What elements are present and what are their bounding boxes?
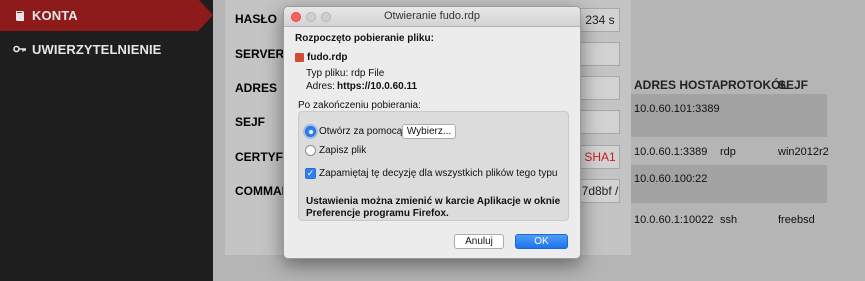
- server-input[interactable]: [580, 42, 620, 66]
- sejf-input[interactable]: [580, 110, 620, 134]
- sidebar: KONTA UWIERZYTELNIENIE: [0, 0, 213, 281]
- key-icon: [12, 44, 28, 54]
- column-header-adres-hosta: ADRES HOSTA: [634, 78, 721, 92]
- table-cell-protocol: ssh: [720, 214, 738, 226]
- settings-note-line1: Ustawienia można zmienić w karcie Aplika…: [306, 196, 561, 207]
- sidebar-item-label: KONTA: [32, 8, 78, 23]
- command-input[interactable]: 7d8bf /: [580, 179, 620, 203]
- ok-button[interactable]: OK: [515, 234, 568, 249]
- dialog-titlebar[interactable]: Otwieranie fudo.rdp: [284, 7, 580, 27]
- sidebar-item-label: UWIERZYTELNIENIE: [32, 41, 162, 57]
- download-heading: Rozpoczęto pobieranie pliku:: [295, 33, 434, 44]
- adres-input[interactable]: [580, 76, 620, 100]
- choose-application-button[interactable]: Wybierz...: [402, 124, 456, 139]
- table-cell-safe: freebsd: [778, 214, 815, 226]
- table-cell-protocol: rdp: [720, 146, 736, 158]
- save-file-radio[interactable]: [305, 145, 316, 156]
- table-cell-address: 10.0.60.100:22: [634, 173, 708, 185]
- cancel-button[interactable]: Anuluj: [454, 234, 504, 249]
- file-address-label: Adres:: [306, 81, 335, 92]
- download-dialog: Otwieranie fudo.rdp Rozpoczęto pobierani…: [283, 6, 581, 259]
- file-icon: [295, 53, 304, 62]
- file-name: fudo.rdp: [307, 52, 348, 63]
- field-label-adres: ADRES: [235, 81, 278, 95]
- field-label-sejf: SEJF: [235, 115, 266, 129]
- open-with-radio[interactable]: [305, 126, 316, 137]
- haslo-input[interactable]: 234 s: [580, 8, 620, 32]
- remember-label: Zapamiętaj tę decyzję dla wszystkich pli…: [319, 168, 558, 179]
- save-file-label: Zapisz plik: [319, 145, 367, 156]
- file-type-value: rdp File: [351, 68, 385, 79]
- file-type-label: Typ pliku:: [306, 68, 349, 79]
- table-cell-address: 10.0.60.101:3389: [634, 103, 720, 115]
- field-label-haslo: HASŁO: [235, 12, 277, 26]
- column-header-sejf: SEJF: [778, 78, 809, 92]
- sidebar-item-konta[interactable]: KONTA: [0, 0, 213, 31]
- file-address-value: https://10.0.60.11: [337, 81, 418, 92]
- after-download-label: Po zakończeniu pobierania:: [298, 100, 421, 111]
- sidebar-item-uwierzytelnienie[interactable]: UWIERZYTELNIENIE: [0, 38, 213, 60]
- certyfikat-input[interactable]: SHA1: [580, 145, 620, 169]
- dialog-title: Otwieranie fudo.rdp: [384, 10, 480, 22]
- table-cell-address: 10.0.60.1:10022: [634, 214, 714, 226]
- book-icon: [12, 10, 28, 22]
- table-row[interactable]: [631, 94, 827, 137]
- table-cell-safe: win2012r2: [778, 146, 829, 158]
- open-with-label: Otwórz za pomocą: [319, 126, 403, 137]
- remember-checkbox[interactable]: ✓: [305, 168, 316, 179]
- settings-note-line2: Preferencje programu Firefox.: [306, 208, 449, 219]
- table-cell-address: 10.0.60.1:3389: [634, 146, 708, 158]
